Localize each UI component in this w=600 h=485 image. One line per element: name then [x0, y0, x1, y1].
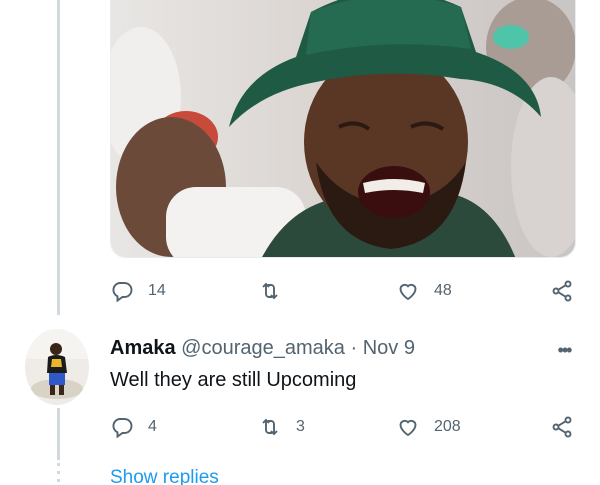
- retweet-button[interactable]: 3: [258, 412, 305, 442]
- like-icon: [399, 419, 417, 437]
- reply-count: 4: [148, 418, 157, 435]
- reply-button[interactable]: 4: [110, 412, 157, 442]
- retweet-count: 3: [296, 418, 305, 435]
- thread-line-bottom: [57, 408, 60, 460]
- like-button[interactable]: 208: [396, 412, 461, 442]
- reply-count: 14: [148, 282, 166, 299]
- share-button[interactable]: [550, 412, 574, 442]
- avatar-photo: [25, 329, 89, 405]
- avatar[interactable]: [25, 329, 89, 405]
- show-replies-link[interactable]: Show replies: [110, 467, 219, 485]
- tweet-media-image[interactable]: [110, 0, 576, 258]
- tweet-date[interactable]: Nov 9: [363, 337, 415, 359]
- tweet-header: Amaka @courage_amaka · Nov 9: [110, 337, 415, 360]
- media-photo: [111, 0, 575, 257]
- share-button[interactable]: [550, 276, 574, 306]
- like-count: 208: [434, 418, 461, 435]
- retweet-icon: [262, 418, 278, 436]
- thread-dots: [57, 463, 60, 485]
- more-icon[interactable]: •••: [552, 338, 576, 362]
- like-button[interactable]: 48: [396, 276, 452, 306]
- share-icon: [552, 416, 572, 438]
- reply-button[interactable]: 14: [110, 276, 166, 306]
- like-count: 48: [434, 282, 452, 299]
- author-name[interactable]: Amaka: [110, 337, 176, 359]
- reply-icon: [112, 418, 133, 439]
- like-icon: [399, 283, 417, 301]
- thread-line-top: [57, 0, 60, 315]
- tweet-text: Well they are still Upcoming: [110, 369, 357, 391]
- tweet2-actions: 4 3 208: [110, 412, 580, 442]
- reply-icon: [112, 282, 133, 303]
- separator: ·: [350, 337, 358, 359]
- retweet-button[interactable]: [258, 276, 296, 306]
- tweet1-actions: 14 48: [110, 276, 580, 306]
- retweet-icon: [262, 282, 278, 300]
- share-icon: [552, 280, 572, 302]
- author-handle[interactable]: @courage_amaka: [181, 337, 345, 359]
